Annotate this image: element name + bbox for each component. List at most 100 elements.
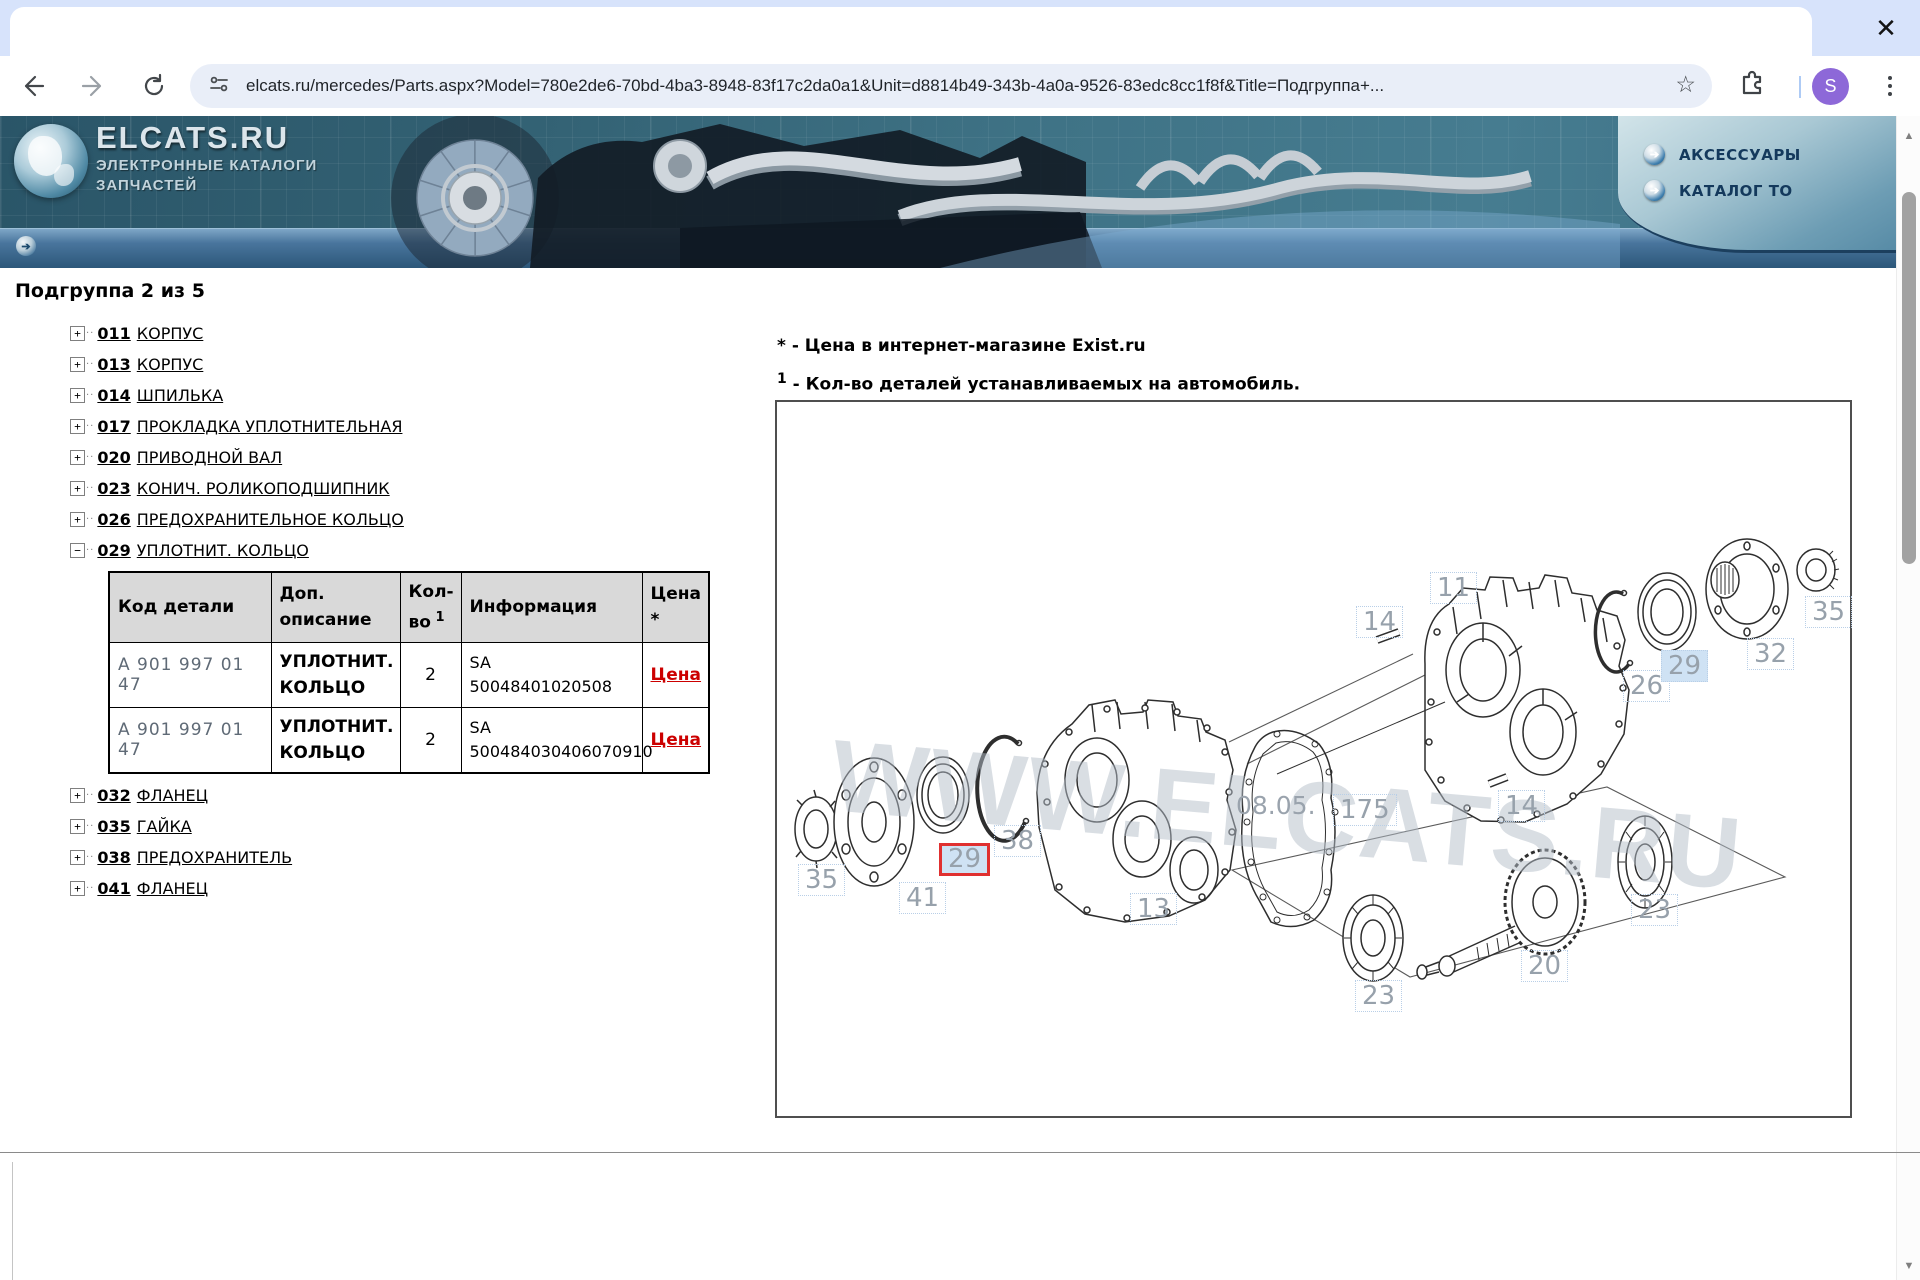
tree-link-num-020[interactable]: 020 <box>97 448 130 467</box>
extensions-icon[interactable] <box>1738 70 1766 103</box>
part-info: SA 500484030406070910 <box>461 707 642 773</box>
tree-item-014: +··014ШПИЛЬКА <box>70 380 730 411</box>
collapse-icon-029[interactable]: − <box>70 543 85 558</box>
tree-link-num-026[interactable]: 026 <box>97 510 130 529</box>
header-collapse-button[interactable]: ➔ <box>16 236 36 256</box>
browser-tab[interactable] <box>10 7 1812 56</box>
scrollbar-thumb[interactable] <box>1902 192 1916 564</box>
tree-item-020: +··020 ПРИВОДНОЙ ВАЛ <box>70 442 730 473</box>
tree-item-023: +··023 КОНИЧ. РОЛИКОПОДШИПНИК <box>70 473 730 504</box>
part-label-29-hl[interactable]: 29 <box>1661 650 1708 682</box>
col-header-4: Цена * <box>642 572 709 642</box>
tree-connector: ·· <box>86 483 94 494</box>
nav-catalog-to-label: КАТАЛОГ ТО <box>1679 182 1793 200</box>
part-label-23[interactable]: 23 <box>1631 894 1678 926</box>
tree-item-011: +··011КОРПУС <box>70 318 730 349</box>
part-label-38[interactable]: 38 <box>994 825 1041 857</box>
tree-link-num-032[interactable]: 032 <box>97 786 130 805</box>
part-info: SA 50048401020508 <box>461 642 642 707</box>
part-label-14[interactable]: 14 <box>1356 606 1403 638</box>
expand-icon-023[interactable]: + <box>70 481 85 496</box>
tree-link-label-011[interactable]: КОРПУС <box>137 324 204 343</box>
expand-icon-032[interactable]: + <box>70 788 85 803</box>
browser-toolbar: elcats.ru/mercedes/Parts.aspx?Model=780e… <box>0 56 1920 117</box>
part-label-20[interactable]: 20 <box>1521 950 1568 982</box>
tree-link-label-026[interactable]: ПРЕДОХРАНИТЕЛЬНОЕ КОЛЬЦО <box>137 510 404 529</box>
part-label-175[interactable]: 175 <box>1333 794 1397 826</box>
tree-link-label-013[interactable]: КОРПУС <box>137 355 204 374</box>
expand-icon-014[interactable]: + <box>70 388 85 403</box>
expand-icon-020[interactable]: + <box>70 450 85 465</box>
site-info-icon[interactable] <box>208 73 230 100</box>
expand-icon-011[interactable]: + <box>70 326 85 341</box>
expand-icon-017[interactable]: + <box>70 419 85 434</box>
bookmark-star-icon[interactable]: ☆ <box>1675 71 1696 98</box>
tree-link-num-041[interactable]: 041 <box>97 879 130 898</box>
tree-link-num-023[interactable]: 023 <box>97 479 130 498</box>
reload-icon[interactable] <box>136 68 172 104</box>
tree-link-label-029[interactable]: УПЛОТНИТ. КОЛЬЦО <box>137 541 309 560</box>
part-label-11[interactable]: 11 <box>1430 572 1477 604</box>
part-label-14[interactable]: 14 <box>1498 790 1545 822</box>
header-nav-panel: ➔ АКСЕССУАРЫ ➔ КАТАЛОГ ТО <box>1618 116 1896 253</box>
expand-icon-035[interactable]: + <box>70 819 85 834</box>
tree-item-029: −··029УПЛОТНИТ. КОЛЬЦО <box>70 535 730 566</box>
tree-connector: ·· <box>86 883 94 894</box>
part-price-cell: Цена <box>642 707 709 773</box>
url-bar[interactable]: elcats.ru/mercedes/Parts.aspx?Model=780e… <box>190 64 1712 108</box>
forward-icon[interactable] <box>76 68 112 104</box>
expand-icon-026[interactable]: + <box>70 512 85 527</box>
expand-icon-013[interactable]: + <box>70 357 85 372</box>
tree-link-num-013[interactable]: 013 <box>97 355 130 374</box>
expand-icon-038[interactable]: + <box>70 850 85 865</box>
content-divider <box>0 1152 1920 1153</box>
tree-link-label-038[interactable]: ПРЕДОХРАНИТЕЛЬ <box>137 848 292 867</box>
engine-photo <box>380 116 1620 268</box>
nav-catalog-to[interactable]: ➔ КАТАЛОГ ТО <box>1644 180 1793 201</box>
tree-link-label-023[interactable]: КОНИЧ. РОЛИКОПОДШИПНИК <box>137 479 390 498</box>
window-close-button[interactable]: ✕ <box>1866 8 1906 48</box>
tree-connector: ·· <box>86 852 94 863</box>
tree-item-032: +··032ФЛАНЕЦ <box>70 780 730 811</box>
back-icon[interactable] <box>14 68 50 104</box>
tree-link-label-032[interactable]: ФЛАНЕЦ <box>137 786 208 805</box>
part-label-35[interactable]: 35 <box>1805 596 1852 628</box>
tree-link-label-020[interactable]: ПРИВОДНОЙ ВАЛ <box>137 448 282 467</box>
nav-accessories[interactable]: ➔ АКСЕССУАРЫ <box>1644 144 1801 165</box>
part-label-13[interactable]: 13 <box>1130 893 1177 925</box>
part-label-29-red[interactable]: 29 <box>939 843 990 876</box>
price-link[interactable]: Цена <box>651 730 702 750</box>
tree-connector: ·· <box>86 821 94 832</box>
parts-diagram: WWW.ELCATS.RU 08.05. 3541293813175111426… <box>775 400 1852 1118</box>
scroll-up-icon[interactable]: ▲ <box>1897 130 1920 142</box>
part-label-41[interactable]: 41 <box>899 882 946 914</box>
tree-connector: ·· <box>86 452 94 463</box>
tree-link-num-029[interactable]: 029 <box>97 541 130 560</box>
tree-link-label-035[interactable]: ГАЙКА <box>137 817 192 836</box>
tree-link-num-011[interactable]: 011 <box>97 324 130 343</box>
scroll-down-icon[interactable]: ▼ <box>1897 1260 1920 1272</box>
tree-link-num-017[interactable]: 017 <box>97 417 130 436</box>
part-label-23[interactable]: 23 <box>1355 980 1402 1012</box>
part-label-32[interactable]: 32 <box>1747 638 1794 670</box>
browser-menu-icon[interactable] <box>1872 68 1908 104</box>
part-qty: 2 <box>400 707 461 773</box>
globe-logo-icon <box>14 124 88 198</box>
tree-link-num-038[interactable]: 038 <box>97 848 130 867</box>
profile-avatar[interactable]: S <box>1812 68 1849 105</box>
part-label-35[interactable]: 35 <box>798 864 845 896</box>
arrow-bullet-icon: ➔ <box>1644 180 1665 201</box>
tree-link-label-014[interactable]: ШПИЛЬКА <box>137 386 223 405</box>
tree-item-041: +··041 ФЛАНЕЦ <box>70 873 730 904</box>
page-scrollbar[interactable]: ▲ ▼ <box>1896 116 1920 1280</box>
price-link[interactable]: Цена <box>651 665 702 685</box>
tree-link-label-017[interactable]: ПРОКЛАДКА УПЛОТНИТЕЛЬНАЯ <box>137 417 403 436</box>
tree-link-label-041[interactable]: ФЛАНЕЦ <box>137 879 208 898</box>
site-logo[interactable]: ELCATS.RU ЭЛЕКТРОННЫЕ КАТАЛОГИ ЗАПЧАСТЕЙ <box>96 120 317 196</box>
tree-link-num-035[interactable]: 035 <box>97 817 130 836</box>
expand-icon-041[interactable]: + <box>70 881 85 896</box>
logo-title: ELCATS.RU <box>96 120 317 156</box>
url-text[interactable]: elcats.ru/mercedes/Parts.aspx?Model=780e… <box>246 76 1384 96</box>
tree-link-num-014[interactable]: 014 <box>97 386 130 405</box>
col-header-3: Информация <box>461 572 642 642</box>
